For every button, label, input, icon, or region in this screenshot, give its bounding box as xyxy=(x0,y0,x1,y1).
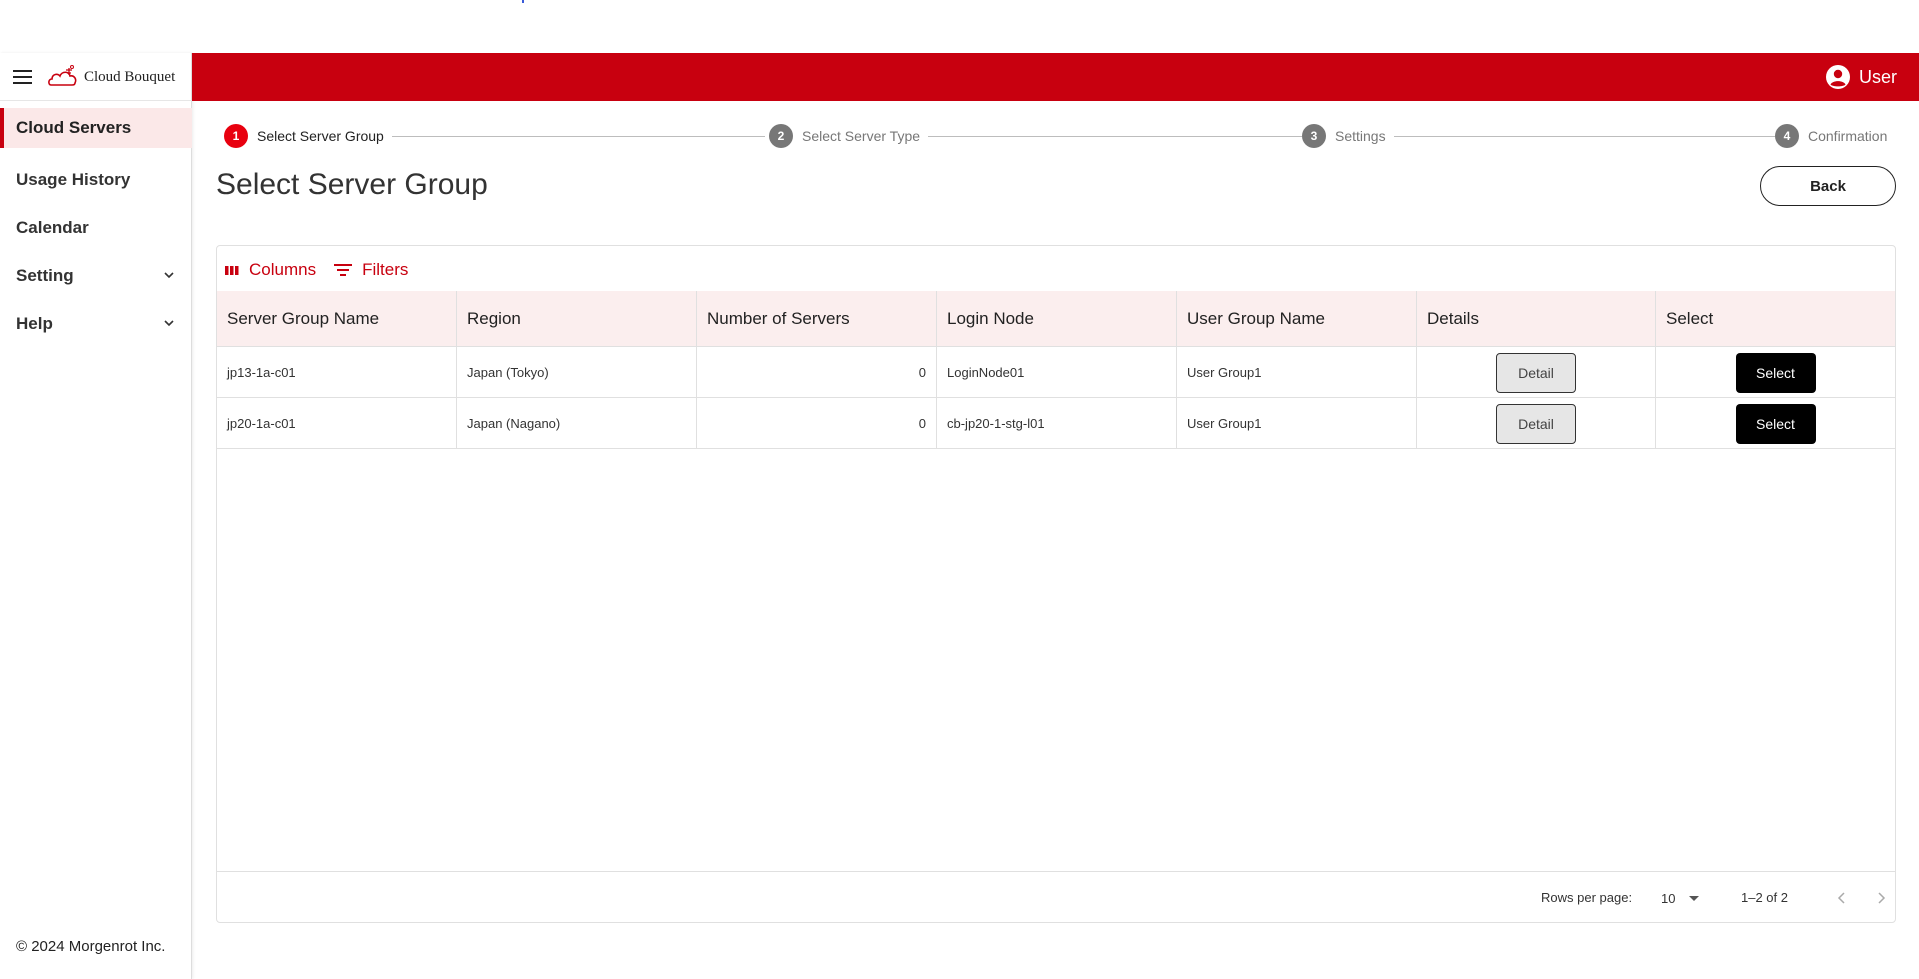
wizard-stepper: 1 Select Server Group 2 Select Server Ty… xyxy=(224,124,1898,148)
user-label: User xyxy=(1858,66,1897,87)
sidebar-item-help[interactable]: Help xyxy=(0,300,192,348)
sidebar-item-setting[interactable]: Setting xyxy=(0,252,192,300)
grid-toolbar: Columns Filters xyxy=(225,258,426,282)
step-number: 2 xyxy=(769,124,793,148)
grid-header-row: Server Group Name Region Number of Serve… xyxy=(217,291,1895,347)
filters-button[interactable]: Filters xyxy=(334,260,408,280)
sidebar-item-usage-history[interactable]: Usage History xyxy=(0,156,192,204)
sidebar-item-cloud-servers[interactable]: Cloud Servers xyxy=(0,108,192,148)
sidebar-nav: Cloud Servers Usage History Calendar Set… xyxy=(0,108,192,348)
app-header: User xyxy=(192,53,1919,101)
column-header-login-node[interactable]: Login Node xyxy=(937,291,1177,347)
cell-login-node: cb-jp20-1-stg-l01 xyxy=(937,398,1177,449)
step-label: Select Server Group xyxy=(257,128,384,144)
step-select-server-type: 2 Select Server Type xyxy=(769,124,929,148)
sidebar-item-label: Usage History xyxy=(16,170,131,189)
sidebar-item-label: Help xyxy=(16,314,53,333)
cell-number-of-servers: 0 xyxy=(697,347,937,398)
step-confirmation: 4 Confirmation xyxy=(1775,124,1896,148)
column-header-user-group-name[interactable]: User Group Name xyxy=(1177,291,1417,347)
caret-down-icon xyxy=(1689,895,1700,901)
column-header-region[interactable]: Region xyxy=(457,291,697,347)
select-button[interactable]: Select xyxy=(1735,403,1816,444)
column-header-details[interactable]: Details xyxy=(1417,291,1656,347)
rows-per-page-label: Rows per page: xyxy=(1541,890,1633,905)
grid-pagination: Rows per page: 10 1–2 of 2 xyxy=(217,871,1895,923)
cloud-bouquet-logo-icon xyxy=(48,65,77,86)
page-title: Select Server Group xyxy=(216,168,488,201)
step-connector xyxy=(385,136,765,137)
cell-number-of-servers: 0 xyxy=(697,398,937,449)
cell-select: Select xyxy=(1656,398,1895,449)
cell-user-group-name: User Group1 xyxy=(1177,398,1417,449)
cell-details: Detail xyxy=(1417,347,1656,398)
cell-server-group-name: jp13-1a-c01 xyxy=(217,347,457,398)
brand-bar: Cloud Bouquet xyxy=(0,53,192,101)
brand-name: Cloud Bouquet xyxy=(84,68,176,85)
previous-page-button[interactable] xyxy=(1830,886,1854,910)
step-number: 4 xyxy=(1775,124,1799,148)
columns-icon xyxy=(225,266,239,275)
step-select-server-group: 1 Select Server Group xyxy=(224,124,392,148)
chevron-right-icon xyxy=(1878,892,1886,904)
cell-user-group-name: User Group1 xyxy=(1177,347,1417,398)
sidebar-item-label: Calendar xyxy=(16,218,89,237)
cell-select: Select xyxy=(1656,347,1895,398)
back-button[interactable]: Back xyxy=(1760,166,1896,206)
filters-label: Filters xyxy=(362,260,409,279)
brand-logo[interactable]: Cloud Bouquet xyxy=(47,64,187,90)
table-row[interactable]: jp13-1a-c01 Japan (Tokyo) 0 LoginNode01 … xyxy=(217,347,1895,398)
server-group-grid: Columns Filters Server Group Name Region… xyxy=(216,245,1896,923)
step-number: 1 xyxy=(224,124,248,148)
step-connector xyxy=(1394,136,1790,137)
step-label: Confirmation xyxy=(1808,128,1888,144)
select-button[interactable]: Select xyxy=(1735,352,1816,393)
cell-details: Detail xyxy=(1417,398,1656,449)
step-label: Settings xyxy=(1335,128,1386,144)
table-row[interactable]: jp20-1a-c01 Japan (Nagano) 0 cb-jp20-1-s… xyxy=(217,398,1895,449)
detail-button[interactable]: Detail xyxy=(1496,352,1576,393)
pagination-range: 1–2 of 2 xyxy=(1741,890,1788,905)
rows-per-page-value: 10 xyxy=(1661,890,1676,906)
step-settings: 3 Settings xyxy=(1302,124,1394,148)
column-header-select[interactable]: Select xyxy=(1656,291,1895,347)
step-label: Select Server Type xyxy=(802,128,921,144)
cell-login-node: LoginNode01 xyxy=(937,347,1177,398)
sidebar: Cloud Bouquet Cloud Servers Usage Histor… xyxy=(0,53,192,979)
cell-region: Japan (Tokyo) xyxy=(457,347,697,398)
sidebar-item-label: Cloud Servers xyxy=(16,118,132,137)
columns-label: Columns xyxy=(249,260,317,279)
next-page-button[interactable] xyxy=(1869,886,1893,910)
account-circle-icon xyxy=(1825,65,1850,89)
copyright-text: © 2024 Morgenrot Inc. xyxy=(16,938,166,955)
step-number: 3 xyxy=(1302,124,1326,148)
sidebar-item-label: Setting xyxy=(16,266,74,285)
sidebar-item-calendar[interactable]: Calendar xyxy=(0,204,192,252)
column-header-number-of-servers[interactable]: Number of Servers xyxy=(697,291,937,347)
column-header-server-group-name[interactable]: Server Group Name xyxy=(217,291,457,347)
filter-icon xyxy=(334,264,353,276)
hamburger-menu-icon[interactable] xyxy=(13,70,32,84)
user-menu[interactable]: User xyxy=(1825,64,1897,90)
chevron-down-icon xyxy=(164,272,174,279)
browser-top-strip xyxy=(0,0,1919,53)
detail-button[interactable]: Detail xyxy=(1496,403,1576,444)
step-connector xyxy=(926,136,1304,137)
rows-per-page-select[interactable]: 10 xyxy=(1661,886,1705,910)
chevron-down-icon xyxy=(164,320,174,327)
cell-server-group-name: jp20-1a-c01 xyxy=(217,398,457,449)
columns-button[interactable]: Columns xyxy=(225,260,316,280)
cell-region: Japan (Nagano) xyxy=(457,398,697,449)
chevron-left-icon xyxy=(1837,892,1845,904)
